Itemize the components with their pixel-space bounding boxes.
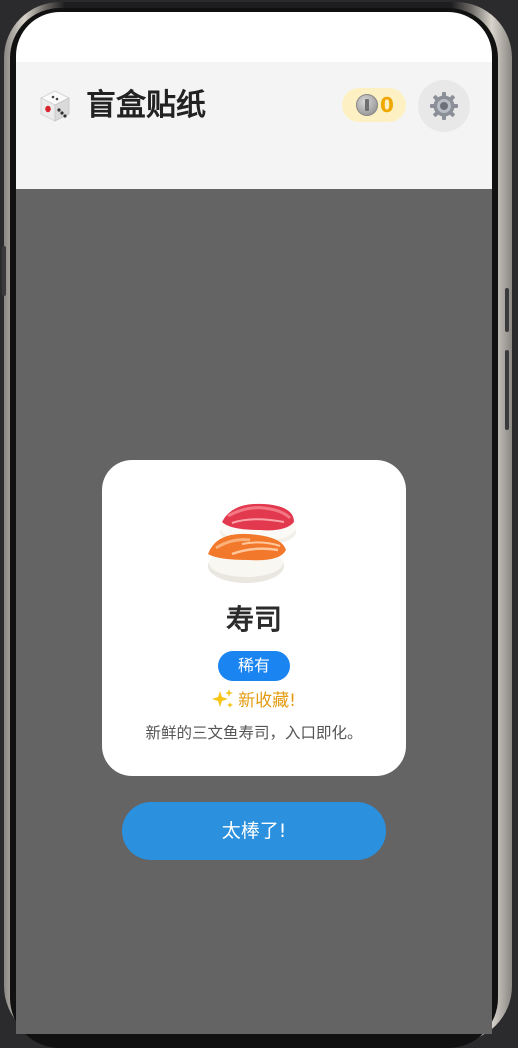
sticker-result-dialog: 寿司 稀有 新收藏! 新鲜的三文鱼寿司，入口即化。	[102, 460, 406, 776]
volume-button	[505, 350, 509, 430]
coin-icon	[356, 94, 378, 116]
status-bar	[16, 12, 492, 62]
side-button	[2, 246, 6, 296]
sticker-description: 新鲜的三文鱼寿司，入口即化。	[145, 724, 363, 742]
power-button	[505, 288, 509, 332]
app-title: 盲盒贴纸	[86, 88, 206, 123]
settings-button[interactable]	[418, 80, 470, 132]
coin-count: 0	[380, 93, 394, 117]
new-collection-label: 新收藏!	[102, 689, 406, 713]
app-screen: 盲盒贴纸 0 寿司 稀有 新收藏! 新鲜的三文鱼寿司，入口即化。 太棒了!	[16, 12, 492, 1034]
dice-icon	[40, 90, 70, 122]
coin-balance[interactable]: 0	[342, 88, 406, 122]
confirm-button[interactable]: 太棒了!	[122, 802, 386, 860]
new-collection-text: 新收藏!	[238, 691, 296, 711]
rarity-badge: 稀有	[218, 651, 290, 681]
sparkles-icon	[212, 689, 234, 708]
phone-frame: 盲盒贴纸 0 寿司 稀有 新收藏! 新鲜的三文鱼寿司，入口即化。 太棒了!	[0, 0, 518, 1048]
sushi-icon	[208, 503, 296, 583]
gear-icon	[430, 92, 458, 120]
sticker-name: 寿司	[225, 603, 282, 636]
header-bar: 盲盒贴纸 0	[16, 80, 492, 132]
